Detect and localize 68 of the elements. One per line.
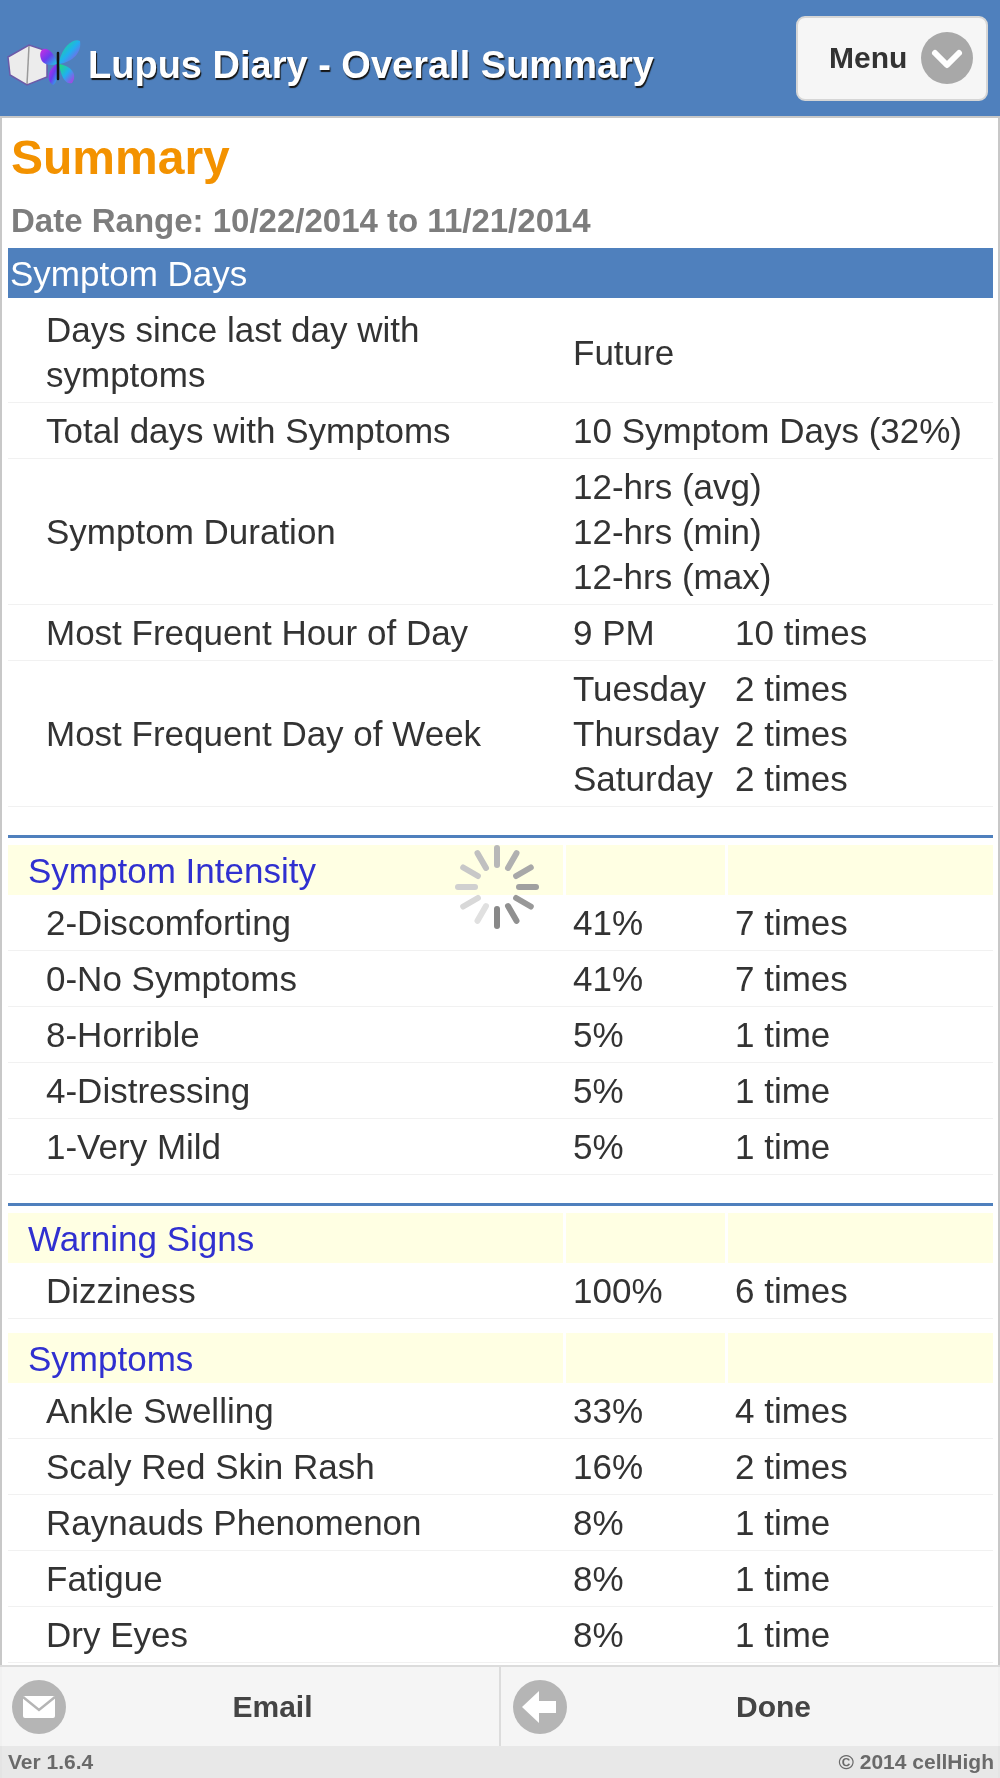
row-label: Days since last day with symptoms [46, 309, 421, 396]
row-value: Saturday [573, 758, 714, 800]
row-label: Ankle Swelling [46, 1390, 274, 1432]
row-value: 10 times [735, 612, 868, 654]
row-value: 6 times [735, 1270, 848, 1312]
section-title: Symptom Days [10, 252, 248, 295]
row-value: 7 times [735, 902, 848, 944]
row-label: Dry Eyes [46, 1614, 188, 1656]
row-value: 8% [573, 1502, 624, 1544]
row-value: 5% [573, 1126, 624, 1168]
row-value: 12-hrs (max) [573, 556, 772, 598]
row-value: 7 times [735, 958, 848, 1000]
date-range-text: Date Range: 10/22/2014 to 11/21/2014 [11, 201, 591, 241]
page-heading: Summary [11, 130, 230, 186]
row-value: 9 PM [573, 612, 655, 654]
copyright-text: © 2014 cellHigh [838, 1750, 994, 1774]
arrow-left-icon [513, 1679, 567, 1734]
row-value: 33% [573, 1390, 644, 1432]
row-value: 2 times [735, 668, 848, 710]
section-title: Symptom Intensity [28, 849, 316, 892]
row-value: 12-hrs (avg) [573, 466, 762, 508]
row-label: Symptom Duration [46, 511, 336, 553]
row-value: 8% [573, 1614, 624, 1656]
row-value: 1 time [735, 1502, 831, 1544]
row-value: 8% [573, 1558, 624, 1600]
done-button[interactable]: Done [499, 1665, 1000, 1746]
row-label: Most Frequent Hour of Day [46, 612, 469, 654]
row-value: 2 times [735, 1446, 848, 1488]
row-value: 5% [573, 1014, 624, 1056]
row-label: 4-Distressing [46, 1070, 251, 1112]
version-text: Ver 1.6.4 [8, 1750, 94, 1774]
row-value: 2 times [735, 713, 848, 755]
row-value: 16% [573, 1446, 644, 1488]
row-value: 41% [573, 902, 644, 944]
row-label: Dizziness [46, 1270, 196, 1312]
row-value: 2 times [735, 758, 848, 800]
row-value: 10 Symptom Days (32%) [573, 410, 963, 452]
section-title: Warning Signs [28, 1217, 255, 1260]
row-value: 1 time [735, 1614, 831, 1656]
row-label: Fatigue [46, 1558, 163, 1600]
row-value: 1 time [735, 1070, 831, 1112]
row-label: Scaly Red Skin Rash [46, 1446, 375, 1488]
row-label: Total days with Symptoms [46, 410, 451, 452]
row-value: Future [573, 331, 675, 374]
row-value: Thursday [573, 713, 719, 755]
row-value: 41% [573, 958, 644, 1000]
section-title: Symptoms [28, 1337, 194, 1380]
row-label: 2-Discomforting [46, 902, 292, 944]
row-label: Raynauds Phenomenon [46, 1502, 422, 1544]
email-button[interactable]: Email [0, 1665, 499, 1746]
row-value: 1 time [735, 1558, 831, 1600]
chevron-down-icon [921, 32, 973, 84]
row-value: Tuesday [573, 668, 706, 710]
row-value: 1 time [735, 1014, 831, 1056]
row-value: 12-hrs (min) [573, 511, 762, 553]
row-label: 8-Horrible [46, 1014, 200, 1056]
row-label: 1-Very Mild [46, 1126, 222, 1168]
butterfly-book-icon [7, 38, 82, 86]
row-value: 100% [573, 1270, 663, 1312]
row-value: 4 times [735, 1390, 848, 1432]
loading-spinner-icon [455, 845, 539, 929]
menu-button[interactable]: Menu [796, 15, 988, 101]
row-value: 5% [573, 1070, 624, 1112]
row-value: 1 time [735, 1126, 831, 1168]
app-title: Lupus Diary - Overall Summary [88, 43, 654, 88]
mail-icon [12, 1679, 66, 1734]
row-label: 0-No Symptoms [46, 958, 297, 1000]
row-label: Most Frequent Day of Week [46, 713, 482, 755]
